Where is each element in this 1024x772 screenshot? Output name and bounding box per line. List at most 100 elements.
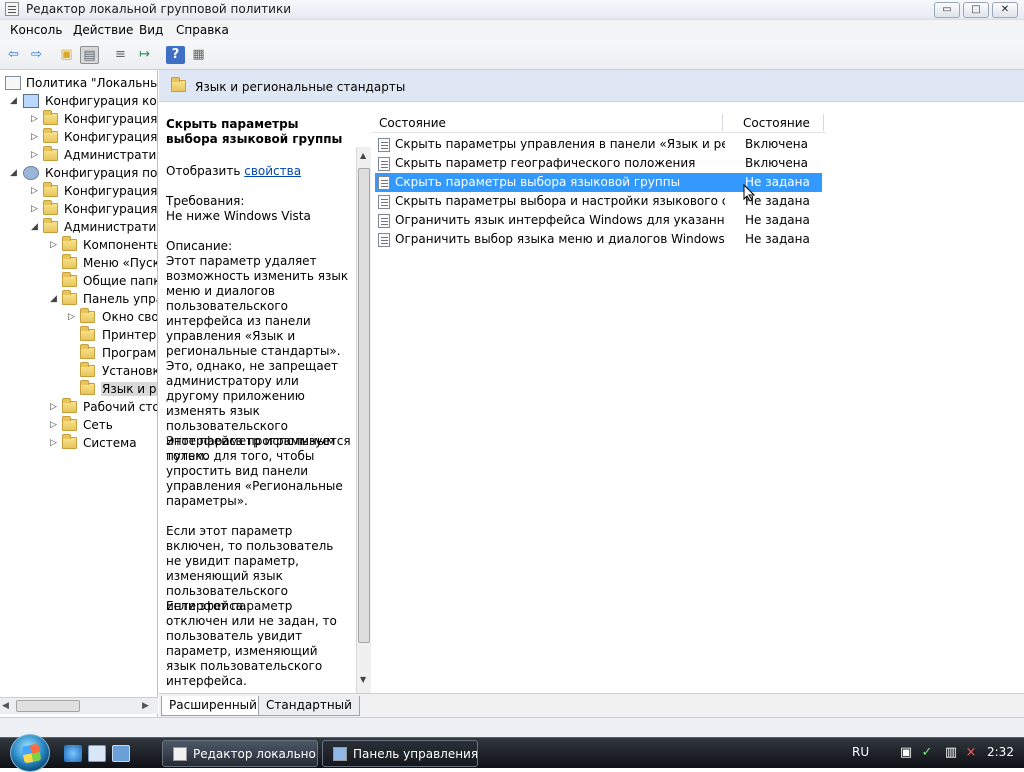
column-separator[interactable] <box>823 114 824 131</box>
column-policy-name[interactable]: Состояние <box>379 116 446 130</box>
description-paragraph-2: Этот параметр используется только для то… <box>166 434 351 508</box>
input-language-indicator[interactable]: RU <box>852 745 869 759</box>
tree-item-properties-window[interactable]: ▷ Окно сво <box>0 308 157 326</box>
up-folder-icon[interactable]: ▣ <box>57 46 76 64</box>
tree-item-local-policy[interactable]: Политика "Локальный <box>0 74 157 92</box>
policy-setting-icon <box>378 157 390 171</box>
folder-icon <box>171 77 186 92</box>
tree-item-computer-windows-config[interactable]: ▷ Конфигурация W <box>0 128 157 146</box>
policy-row-restrict-menu-dialog-language[interactable]: Ограничить выбор языка меню и диалогов W… <box>375 230 822 249</box>
window-title: Редактор локальной групповой политики <box>26 2 292 16</box>
forward-arrow-icon[interactable]: ⇨ <box>27 46 46 64</box>
folder-icon <box>62 254 77 269</box>
menu-action[interactable]: Действие <box>73 23 133 37</box>
security-center-icon[interactable]: ▣ <box>899 746 913 760</box>
menu-bar: Консоль Действие Вид Справка <box>0 20 1024 40</box>
scroll-left-arrow-icon[interactable]: ◀ <box>2 700 14 712</box>
policy-row-hide-language-panel-options[interactable]: Скрыть параметры управления в панели «Яз… <box>375 135 822 154</box>
tree-horizontal-scrollbar[interactable]: ◀ ▶ <box>0 697 158 714</box>
back-arrow-icon[interactable]: ⇦ <box>4 46 23 64</box>
tree-item-computer-software-config[interactable]: ▷ Конфигурация п <box>0 110 157 128</box>
description-paragraph-1: Этот параметр удаляет возможность измени… <box>166 254 349 463</box>
taskbar-control-panel[interactable]: Панель управления <box>322 740 478 767</box>
category-title: Язык и региональные стандарты <box>195 80 406 94</box>
console-tree[interactable]: Политика "Локальный ◢ Конфигурация комп … <box>0 70 158 717</box>
network-icon[interactable]: ▥ <box>944 746 958 760</box>
folder-icon <box>43 200 58 215</box>
tree-item-user-admin-templates[interactable]: ◢ Административ <box>0 218 157 236</box>
tree-item-installation[interactable]: Установк <box>0 362 157 380</box>
column-policy-state[interactable]: Состояние <box>743 116 810 130</box>
properties-link[interactable]: свойства <box>244 164 301 178</box>
folder-icon <box>43 146 58 161</box>
policy-setting-icon <box>378 233 390 247</box>
tree-item-user-config[interactable]: ◢ Конфигурация поль <box>0 164 157 182</box>
folder-icon <box>62 398 77 413</box>
folder-icon <box>43 182 58 197</box>
tree-item-programs[interactable]: Програм <box>0 344 157 362</box>
policy-setting-icon <box>378 176 390 190</box>
folder-icon <box>43 110 58 125</box>
volume-muted-icon[interactable]: × <box>964 746 978 760</box>
category-header: Язык и региональные стандарты <box>159 70 1024 102</box>
tree-item-desktop[interactable]: ▷ Рабочий сто <box>0 398 157 416</box>
help-icon[interactable]: ? <box>166 46 185 64</box>
scroll-up-arrow-icon[interactable]: ▲ <box>360 151 366 160</box>
description-scroll-thumb[interactable] <box>358 168 370 643</box>
tree-item-computer-admin-templates[interactable]: ▷ Административ <box>0 146 157 164</box>
tree-item-shared-folders[interactable]: Общие папк <box>0 272 157 290</box>
start-button[interactable] <box>10 734 50 772</box>
scroll-right-arrow-icon[interactable]: ▶ <box>142 700 154 712</box>
tree-item-user-software-config[interactable]: ▷ Конфигурация п <box>0 182 157 200</box>
menu-help[interactable]: Справка <box>176 23 229 37</box>
windows-logo-icon <box>21 743 42 764</box>
folder-icon <box>62 272 77 287</box>
tree-item-system[interactable]: ▷ Система <box>0 434 157 452</box>
policy-setting-icon <box>378 195 390 209</box>
tree-item-components[interactable]: ▷ Компоненты <box>0 236 157 254</box>
show-desktop-icon[interactable] <box>88 745 106 762</box>
taskbar-group-policy-editor[interactable]: Редактор локально... <box>162 740 318 767</box>
internet-explorer-icon[interactable] <box>64 745 82 762</box>
policy-row-restrict-windows-ui-language[interactable]: Ограничить язык интерфейса Windows для у… <box>375 211 822 230</box>
description-scrollbar[interactable]: ▲ ▼ <box>356 147 371 693</box>
tree-item-control-panel[interactable]: ◢ Панель упра <box>0 290 157 308</box>
tab-extended[interactable]: Расширенный <box>161 696 265 716</box>
computer-icon <box>23 94 39 108</box>
folder-icon <box>43 128 58 143</box>
policy-list-pane: Состояние Состояние Скрыть параметры упр… <box>371 102 1024 693</box>
tree-item-language-region[interactable]: Язык и ре <box>0 380 157 398</box>
tree-item-printers[interactable]: Принтер <box>0 326 157 344</box>
tree-item-user-windows-config[interactable]: ▷ Конфигурация W <box>0 200 157 218</box>
column-separator[interactable] <box>722 114 723 131</box>
folder-icon <box>80 362 95 377</box>
list-column-header: Состояние Состояние <box>371 112 826 133</box>
tree-item-start-menu[interactable]: Меню «Пуск <box>0 254 157 272</box>
tree-item-computer-config[interactable]: ◢ Конфигурация комп <box>0 92 157 110</box>
close-button[interactable]: ✕ <box>992 2 1018 18</box>
mouse-pointer-icon <box>743 184 755 202</box>
maximize-button[interactable]: □ <box>963 2 989 18</box>
system-clock[interactable]: 2:32 <box>987 745 1014 759</box>
tab-standard[interactable]: Стандартный <box>258 696 360 716</box>
folder-icon <box>43 218 58 233</box>
export-list-icon[interactable]: ≡ <box>111 46 130 64</box>
menu-console[interactable]: Консоль <box>10 23 62 37</box>
export-arrow-icon[interactable]: ↦ <box>135 46 154 64</box>
folder-icon <box>80 326 95 341</box>
folder-icon <box>62 236 77 251</box>
scroll-down-arrow-icon[interactable]: ▼ <box>360 675 366 684</box>
switch-windows-icon[interactable] <box>112 745 130 762</box>
show-hide-tree-icon[interactable]: ▤ <box>80 46 99 64</box>
tree-scroll-thumb[interactable] <box>16 700 80 712</box>
minimize-button[interactable]: ▭ <box>934 2 960 18</box>
menu-view[interactable]: Вид <box>139 23 163 37</box>
policy-row-hide-geographic-location[interactable]: Скрыть параметр географического положени… <box>375 154 822 173</box>
requirements-value: Не ниже Windows Vista <box>166 209 311 223</box>
status-bar <box>0 717 1024 737</box>
checkmark-icon[interactable]: ✓ <box>920 746 934 760</box>
tree-item-network[interactable]: ▷ Сеть <box>0 416 157 434</box>
extended-view-icon[interactable]: ▦ <box>189 46 208 64</box>
group-policy-editor-icon <box>173 747 187 761</box>
folder-icon <box>62 434 77 449</box>
